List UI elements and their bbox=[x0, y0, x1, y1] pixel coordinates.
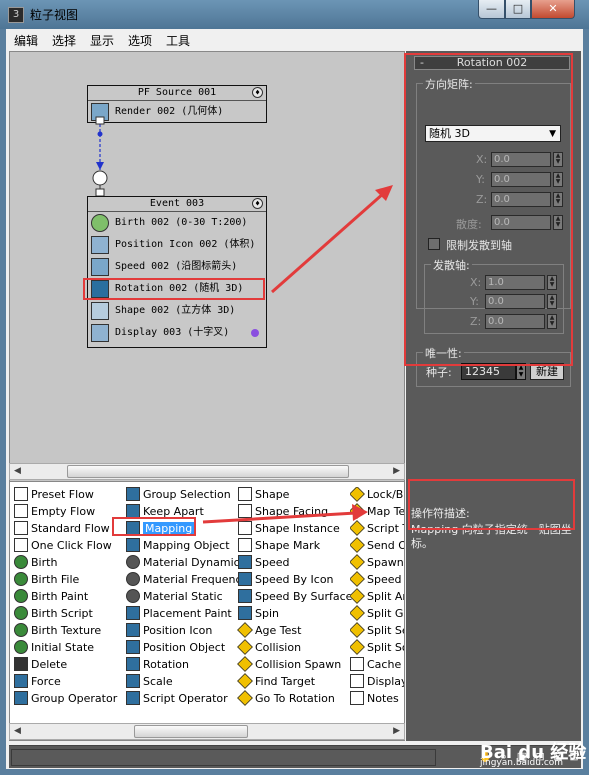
annotation-arrows bbox=[202, 185, 393, 524]
watermark-url: jingyan.baidu.com bbox=[480, 758, 564, 768]
particle-view-window: 3 粒子视图 — □ ✕ 编辑 选择 显示 选项 工具 PF Source 00… bbox=[0, 0, 589, 775]
